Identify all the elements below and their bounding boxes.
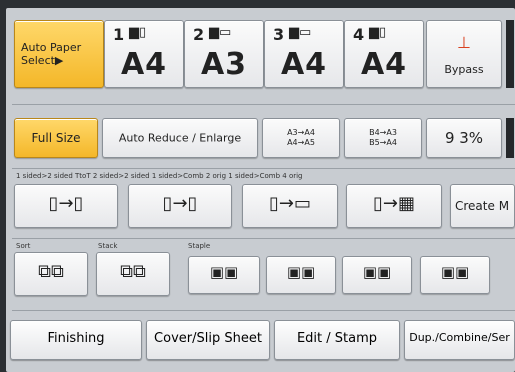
sort-button[interactable]: ⧉⧉ [14,252,88,296]
copier-panel: Auto Paper Select▶ 1 ▆▯ A4 2 ▆▭ A3 3 ▆▭ … [6,8,515,372]
divider-3 [12,238,515,239]
sort-icon: ⧉⧉ [38,261,64,282]
auto-reduce-enlarge-button[interactable]: Auto Reduce / Enlarge [102,118,258,158]
tray-3-size: A4 [280,47,328,82]
ratio-preset-b4-a3-button[interactable]: B4→A3 B5→A4 [344,118,422,158]
auto-paper-select-button[interactable]: Auto Paper Select▶ [14,20,104,88]
tray-3-button[interactable]: 3 ▆▭ A4 [264,20,344,88]
tray-1-button[interactable]: 1 ▆▯ A4 [104,20,184,88]
duplex-1to2-icon: ▯→▯ [48,193,84,214]
staple-caption: Staple [188,242,211,250]
tray-4-size: A4 [360,47,408,82]
tab-dup-combine-series[interactable]: Dup./Combine/Ser [404,320,515,360]
tab-finishing-label: Finishing [47,331,105,346]
tab-edit-stamp[interactable]: Edit / Stamp [274,320,400,360]
staple-top-icon: ▣▣ [286,263,316,281]
combine-2-icon: ▯→▭ [269,193,311,214]
duplex-2to2-icon: ▯→▯ [162,193,198,214]
tray-2-paper-icon: ▆▭ [209,25,232,40]
tray-3-number: 3 [273,25,285,44]
ratio-preset-b4-a3-line2: B5→A4 [369,138,397,147]
paper-row-scroll-indicator [506,20,514,88]
auto-paper-select-line2: Select▶ [21,54,64,67]
divider-4 [12,310,515,311]
tab-dup-combine-series-label: Dup./Combine/Ser [409,331,510,344]
tab-cover-slip-sheet[interactable]: Cover/Slip Sheet [146,320,270,360]
tray-1-paper-icon: ▆▯ [129,25,147,40]
tray-4-paper-icon: ▆▯ [369,25,387,40]
tray-2-button[interactable]: 2 ▆▭ A3 [184,20,264,88]
auto-reduce-enlarge-label: Auto Reduce / Enlarge [118,131,242,145]
staple-two-top-icon: ▣▣ [440,263,470,281]
duplex-caption: 1 sided>2 sided TtoT 2 sided>2 sided 1 s… [16,172,303,180]
tray-4-button[interactable]: 4 ▆▯ A4 [344,20,424,88]
stack-button[interactable]: ⧉⧉ [96,252,170,296]
tab-finishing[interactable]: Finishing [10,320,142,360]
staple-two-left-button[interactable]: ▣▣ [342,256,412,294]
duplex-2to2-button[interactable]: ▯→▯ [128,184,232,228]
create-margin-label: Create M [455,199,510,213]
tab-edit-stamp-label: Edit / Stamp [296,331,378,346]
combine-4-icon: ▯→▦ [373,193,415,214]
tray-3-paper-icon: ▆▭ [289,25,312,40]
duplex-1to2-button[interactable]: ▯→▯ [14,184,118,228]
tray-2-number: 2 [193,25,205,44]
ratio-preset-b4-a3-line1: B4→A3 [369,128,397,137]
staple-two-top-button[interactable]: ▣▣ [420,256,490,294]
stack-icon: ⧉⧉ [120,261,146,282]
ratio-value-button[interactable]: 9 3% [426,118,502,158]
tray-1-size: A4 [120,47,168,82]
staple-top-left-icon: ▣▣ [209,263,239,281]
auto-paper-select-line1: Auto Paper [21,41,82,54]
bypass-label: Bypass [444,63,484,76]
bypass-tray-icon: ⊥ [457,33,471,52]
full-size-button[interactable]: Full Size [14,118,98,158]
ratio-value: 9 3% [444,129,484,147]
tray-4-number: 4 [353,25,365,44]
ratio-row-scroll-indicator [506,118,514,158]
combine-4-button[interactable]: ▯→▦ [346,184,442,228]
create-margin-button[interactable]: Create M [450,184,515,228]
staple-top-left-button[interactable]: ▣▣ [188,256,260,294]
tray-1-number: 1 [113,25,125,44]
staple-two-left-icon: ▣▣ [362,263,392,281]
staple-top-button[interactable]: ▣▣ [266,256,336,294]
stack-caption: Stack [98,242,118,250]
combine-2-button[interactable]: ▯→▭ [242,184,338,228]
tab-cover-slip-sheet-label: Cover/Slip Sheet [154,331,262,346]
ratio-preset-a3-a4-button[interactable]: A3→A4 A4→A5 [262,118,340,158]
bypass-button[interactable]: ⊥ Bypass [426,20,502,88]
ratio-preset-a3-a4-line1: A3→A4 [287,128,315,137]
divider-2 [12,168,515,169]
divider-1 [12,104,515,105]
full-size-label: Full Size [31,131,81,145]
sort-caption: Sort [16,242,31,250]
tray-2-size: A3 [200,47,248,82]
ratio-preset-a3-a4-line2: A4→A5 [287,138,315,147]
